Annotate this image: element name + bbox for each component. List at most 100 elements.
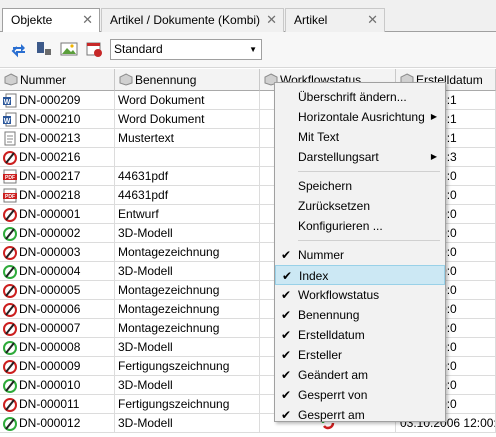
menu-item-gesperrt-am[interactable]: ✔ Gesperrt am <box>275 405 445 425</box>
cell-benennung: Fertigungszeichnung <box>115 395 260 414</box>
menu-item-index[interactable]: ✔ Index <box>275 265 445 285</box>
menu-item-gesperrt-von[interactable]: ✔ Gesperrt von <box>275 385 445 405</box>
benennung-text: Montagezeichnung <box>118 302 220 316</box>
menu-item-label: Überschrift ändern... <box>298 90 407 104</box>
menu-item-benennung[interactable]: ✔ Benennung <box>275 305 445 325</box>
chevron-right-icon: ▶ <box>430 152 437 161</box>
cad-red-icon <box>3 284 17 298</box>
menu-item-mit-text[interactable]: Mit Text <box>275 127 445 147</box>
tab-artikel-dokumente[interactable]: Artikel / Dokumente (Kombi) ✕ <box>101 8 284 32</box>
view-select-value: Standard <box>114 42 163 56</box>
menu-item-workflowstatus[interactable]: ✔ Workflowstatus <box>275 285 445 305</box>
checkmark-icon: ✔ <box>281 288 292 302</box>
cell-nummer: DN-000005 <box>0 281 115 300</box>
cell-benennung: 3D-Modell <box>115 262 260 281</box>
menu-item-label: Darstellungsart <box>298 150 379 164</box>
pdf-icon: PDF <box>3 169 17 184</box>
menu-item-label: Nummer <box>298 248 345 262</box>
close-icon[interactable]: ✕ <box>367 9 378 31</box>
checkmark-icon: ✔ <box>281 248 292 262</box>
menu-item-ersteller[interactable]: ✔ Ersteller <box>275 345 445 365</box>
cell-nummer: DN-000007 <box>0 319 115 338</box>
column-context-menu: Überschrift ändern... Horizontale Ausrich… <box>274 82 446 422</box>
nummer-text: DN-000006 <box>19 302 81 316</box>
menu-item-label: Workflowstatus <box>298 288 380 302</box>
nummer-text: DN-000007 <box>19 321 81 335</box>
cube-icon <box>4 73 18 86</box>
close-icon[interactable]: ✕ <box>82 9 93 31</box>
cad-green-icon <box>3 265 17 279</box>
menu-item-überschrift-ändern[interactable]: Überschrift ändern... <box>275 87 445 107</box>
nummer-text: DN-000209 <box>19 93 81 107</box>
image-icon[interactable] <box>60 40 78 58</box>
word-doc-icon: W <box>3 112 17 127</box>
column-header-label: Benennung <box>135 73 197 87</box>
cad-green-icon <box>3 379 17 393</box>
cell-benennung: Montagezeichnung <box>115 319 260 338</box>
nummer-text: DN-000218 <box>19 188 81 202</box>
benennung-text: 3D-Modell <box>118 416 173 430</box>
tab-artikel[interactable]: Artikel ✕ <box>285 8 385 32</box>
checkmark-icon: ✔ <box>281 308 292 322</box>
checkmark-icon: ✔ <box>281 328 292 342</box>
nummer-text: DN-000002 <box>19 226 81 240</box>
sync-arrows-icon[interactable] <box>10 40 28 58</box>
word-doc-icon: W <box>3 93 17 108</box>
benennung-text: Entwurf <box>118 207 159 221</box>
menu-item-label: Speichern <box>298 179 353 193</box>
checkmark-icon: ✔ <box>281 368 292 382</box>
cad-green-icon <box>3 341 17 355</box>
view-select[interactable]: Standard ▼ <box>110 39 262 60</box>
svg-text:PDF: PDF <box>5 175 15 181</box>
menu-item-erstelldatum[interactable]: ✔ Erstelldatum <box>275 325 445 345</box>
svg-text:PDF: PDF <box>5 194 15 200</box>
menu-item-label: Mit Text <box>298 130 340 144</box>
benennung-text: Fertigungszeichnung <box>118 359 230 373</box>
nummer-text: DN-000001 <box>19 207 81 221</box>
benennung-text: Montagezeichnung <box>118 321 220 335</box>
menu-item-label: Konfigurieren ... <box>298 219 383 233</box>
nummer-text: DN-000210 <box>19 112 81 126</box>
menu-item-speichern[interactable]: Speichern <box>275 176 445 196</box>
cad-red-icon <box>3 246 17 260</box>
column-header-benennung[interactable]: Benennung <box>115 69 260 91</box>
menu-item-nummer[interactable]: ✔ Nummer <box>275 245 445 265</box>
device-icon[interactable] <box>35 40 53 58</box>
nummer-text: DN-000011 <box>19 397 80 411</box>
menu-item-label: Benennung <box>298 308 360 322</box>
cell-nummer: DN-000004 <box>0 262 115 281</box>
nummer-text: DN-000008 <box>19 340 81 354</box>
cell-nummer: DN-000003 <box>0 243 115 262</box>
cube-icon <box>119 73 133 86</box>
cell-nummer: DN-000001 <box>0 205 115 224</box>
cell-nummer: DN-000006 <box>0 300 115 319</box>
menu-item-darstellungsart[interactable]: Darstellungsart ▶ <box>275 147 445 167</box>
nummer-text: DN-000213 <box>19 131 81 145</box>
menu-item-horizontale-ausrichtung[interactable]: Horizontale Ausrichtung ▶ <box>275 107 445 127</box>
menu-item-label: Gesperrt am <box>298 408 365 422</box>
menu-item-konfigurieren[interactable]: Konfigurieren ... <box>275 216 445 236</box>
calendar-icon[interactable] <box>85 40 103 58</box>
column-header-label: Nummer <box>20 73 67 87</box>
menu-item-geändert-am[interactable]: ✔ Geändert am <box>275 365 445 385</box>
benennung-text: Mustertext <box>118 131 175 145</box>
menu-item-label: Ersteller <box>298 348 343 362</box>
cell-benennung: Word Dokument <box>115 91 260 110</box>
checkmark-icon: ✔ <box>281 408 292 422</box>
toolbar: Standard ▼ <box>0 32 496 68</box>
cell-nummer: DN-000213 <box>0 129 115 148</box>
tab-objekte[interactable]: Objekte ✕ <box>2 8 100 33</box>
menu-item-label: Horizontale Ausrichtung <box>298 110 425 124</box>
close-icon[interactable]: ✕ <box>266 9 277 31</box>
nummer-text: DN-000012 <box>19 416 81 430</box>
column-header-nummer[interactable]: Nummer <box>0 69 115 91</box>
nummer-text: DN-000216 <box>19 150 81 164</box>
cell-benennung: Montagezeichnung <box>115 281 260 300</box>
cell-benennung: 44631pdf <box>115 167 260 186</box>
text-doc-icon <box>4 131 16 146</box>
cell-benennung: 3D-Modell <box>115 376 260 395</box>
svg-text:W: W <box>4 99 11 106</box>
benennung-text: Word Dokument <box>118 93 205 107</box>
menu-separator <box>298 171 440 172</box>
menu-item-zurücksetzen[interactable]: Zurücksetzen <box>275 196 445 216</box>
